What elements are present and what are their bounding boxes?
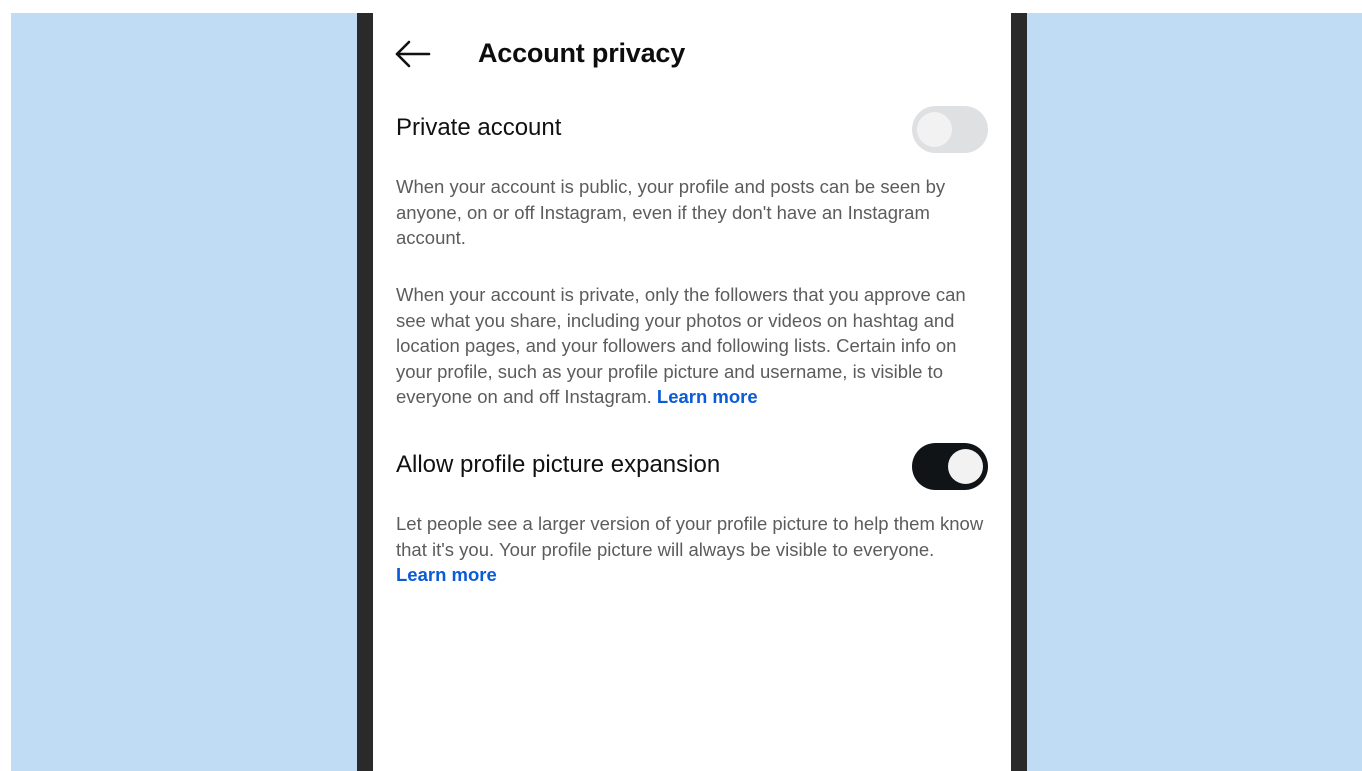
learn-more-link[interactable]: Learn more (396, 564, 497, 585)
background-left (11, 13, 357, 771)
expansion-description-text: Let people see a larger version of your … (396, 513, 984, 560)
header: Account privacy (373, 13, 1011, 97)
toggle-knob (917, 112, 952, 147)
public-account-description: When your account is public, your profil… (396, 176, 946, 248)
private-account-label: Private account (396, 114, 562, 141)
profile-picture-expansion-toggle[interactable] (912, 443, 988, 490)
background-right (1027, 13, 1362, 771)
private-account-toggle[interactable] (912, 106, 988, 153)
profile-picture-expansion-description: Let people see a larger version of your … (396, 511, 986, 588)
learn-more-link[interactable]: Learn more (657, 386, 758, 407)
canvas: Account privacy Private account When you… (0, 0, 1362, 771)
phone-screen: Account privacy Private account When you… (373, 13, 1011, 771)
toggle-knob (948, 449, 983, 484)
page-title: Account privacy (478, 38, 686, 68)
arrow-left-icon (395, 40, 431, 68)
profile-picture-expansion-label: Allow profile picture expansion (396, 451, 721, 478)
back-button[interactable] (393, 37, 433, 71)
private-account-description: When your account is private, only the f… (396, 282, 986, 410)
